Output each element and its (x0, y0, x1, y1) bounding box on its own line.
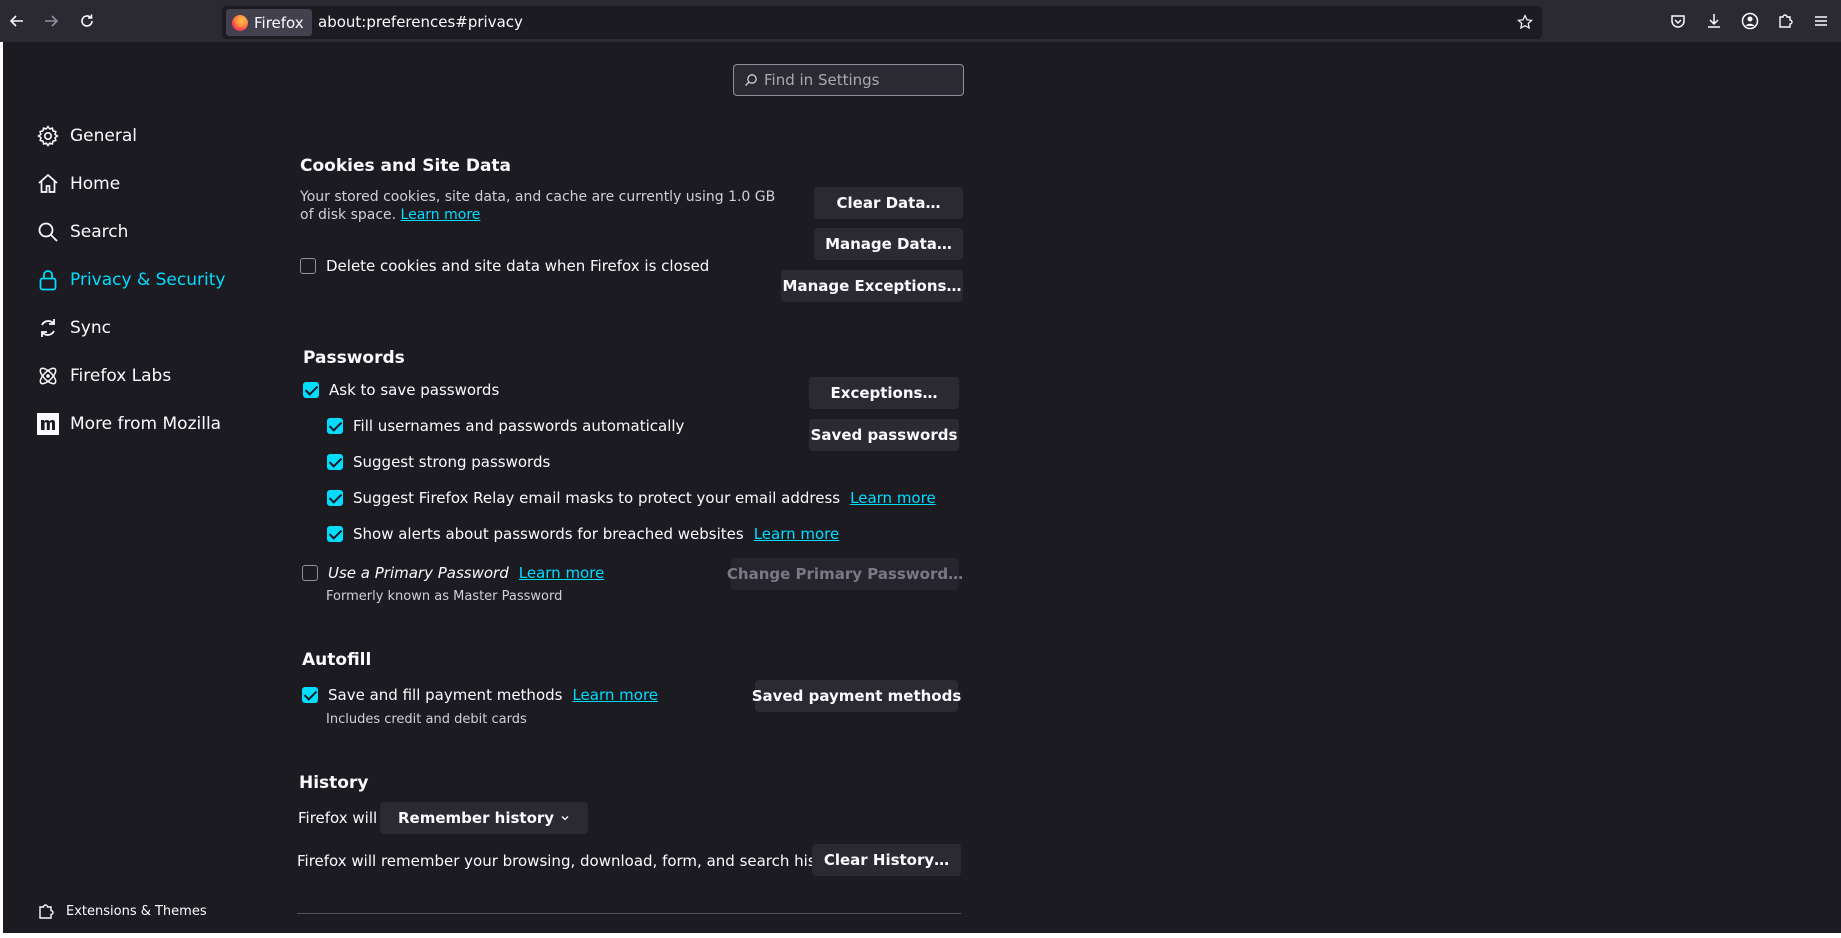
relay-checkbox[interactable] (327, 490, 343, 506)
window-edge-left (0, 42, 3, 938)
url-text[interactable]: about:preferences#privacy (318, 13, 523, 31)
primary-password-checkbox[interactable] (302, 565, 318, 581)
reload-icon (81, 14, 93, 27)
history-heading: History (299, 773, 369, 793)
navigation-toolbar: Firefox about:preferences#privacy (0, 0, 1841, 42)
sidebar-item-more-from-mozilla[interactable]: More from Mozilla (36, 407, 221, 441)
relay-option[interactable]: Suggest Firefox Relay email masks to pro… (327, 489, 936, 507)
sidebar-item-privacy-security[interactable]: Privacy & Security (36, 263, 225, 297)
account-button[interactable] (1735, 6, 1765, 36)
cookies-description: Your stored cookies, site data, and cach… (300, 189, 776, 223)
puzzle-icon (39, 904, 54, 919)
save-payment-option[interactable]: Save and fill payment methods Learn more (302, 686, 658, 704)
browser-window: Firefox about:preferences#privacy Find i… (0, 0, 1841, 938)
sidebar-item-search[interactable]: Search (36, 215, 128, 249)
sidebar-item-sync[interactable]: Sync (36, 311, 111, 345)
firefox-logo-icon (232, 14, 248, 31)
fill-auto-checkbox[interactable] (327, 418, 343, 434)
account-icon (1741, 12, 1759, 30)
clear-data-button[interactable]: Clear Data… (814, 187, 963, 219)
downloads-button[interactable] (1699, 6, 1729, 36)
forward-arrow-icon (45, 15, 59, 27)
ask-save-passwords-checkbox[interactable] (303, 382, 319, 398)
history-mode-select[interactable]: Remember history (380, 802, 589, 834)
manage-data-button[interactable]: Manage Data… (814, 228, 963, 260)
save-payment-checkbox[interactable] (302, 687, 318, 703)
sidebar-item-general[interactable]: General (36, 119, 137, 153)
manage-exceptions-button[interactable]: Manage Exceptions… (781, 270, 963, 302)
firefox-will-label: Firefox will (298, 809, 378, 827)
section-divider (297, 913, 961, 914)
star-icon (1517, 14, 1533, 30)
hamburger-menu-icon (1815, 16, 1827, 26)
sync-icon (41, 319, 55, 337)
sidebar-item-home[interactable]: Home (36, 167, 120, 201)
payment-note: Includes credit and debit cards (326, 712, 527, 727)
mozilla-m-icon (37, 413, 59, 435)
autofill-heading: Autofill (302, 650, 372, 670)
sidebar-item-label: More from Mozilla (70, 414, 222, 434)
history-description: Firefox will remember your browsing, dow… (297, 852, 849, 870)
passwords-heading: Passwords (303, 348, 405, 368)
gear-icon (37, 125, 59, 147)
identity-label: Firefox (254, 13, 304, 32)
url-bar[interactable]: Firefox about:preferences#privacy (222, 6, 1542, 39)
primary-password-option[interactable]: Use a Primary Password Learn more (302, 564, 604, 582)
find-in-settings[interactable] (733, 64, 964, 96)
primary-password-note: Formerly known as Master Password (326, 589, 563, 604)
relay-learn-more-link[interactable]: Learn more (850, 489, 936, 507)
sidebar-item-label: Firefox Labs (70, 366, 172, 386)
extensions-themes-link[interactable]: Extensions & Themes (36, 901, 207, 921)
sidebar-item-label: Privacy & Security (70, 270, 226, 290)
extensions-themes-label: Extensions & Themes (66, 903, 207, 919)
sidebar-item-label: Search (70, 222, 129, 242)
magnifier-icon (38, 222, 58, 242)
atom-icon (39, 367, 57, 385)
puzzle-icon (1779, 14, 1793, 28)
app-menu-button[interactable] (1806, 6, 1836, 36)
pocket-button[interactable] (1663, 6, 1693, 36)
sidebar-item-label: Home (70, 174, 121, 194)
breach-alerts-checkbox[interactable] (327, 526, 343, 542)
find-in-settings-input[interactable] (764, 71, 954, 89)
sidebar-item-label: General (70, 126, 137, 146)
sidebar-item-label: Sync (70, 318, 111, 338)
reload-button[interactable] (72, 6, 102, 36)
sidebar-item-firefox-labs[interactable]: Firefox Labs (36, 359, 171, 393)
delete-cookies-checkbox[interactable] (300, 258, 316, 274)
chevron-down-icon (561, 816, 569, 821)
saved-passwords-button[interactable]: Saved passwords (809, 419, 959, 451)
breach-alerts-option[interactable]: Show alerts about passwords for breached… (327, 525, 839, 543)
fill-auto-option[interactable]: Fill usernames and passwords automatical… (327, 417, 684, 435)
forward-button[interactable] (36, 6, 66, 36)
ask-save-passwords-option[interactable]: Ask to save passwords (303, 381, 499, 399)
lock-icon (39, 270, 57, 291)
identity-box[interactable]: Firefox (226, 9, 312, 36)
window-edge-bottom (0, 933, 1841, 938)
password-exceptions-button[interactable]: Exceptions… (809, 377, 959, 409)
download-icon (1708, 14, 1720, 28)
suggest-strong-checkbox[interactable] (327, 454, 343, 470)
change-primary-password-button[interactable]: Change Primary Password… (727, 558, 963, 590)
bookmark-star-button[interactable] (1514, 11, 1536, 33)
search-icon (745, 74, 757, 86)
extensions-button[interactable] (1770, 6, 1800, 36)
cookies-learn-more-link[interactable]: Learn more (401, 207, 481, 223)
saved-payment-methods-button[interactable]: Saved payment methods (752, 680, 961, 712)
payment-learn-more-link[interactable]: Learn more (572, 686, 658, 704)
home-icon (38, 173, 58, 193)
pocket-icon (1671, 15, 1685, 28)
primary-password-learn-more-link[interactable]: Learn more (519, 564, 605, 582)
back-button[interactable] (2, 6, 32, 36)
back-arrow-icon (9, 15, 23, 27)
delete-cookies-option[interactable]: Delete cookies and site data when Firefo… (300, 257, 709, 275)
breach-learn-more-link[interactable]: Learn more (754, 525, 840, 543)
suggest-strong-option[interactable]: Suggest strong passwords (327, 453, 550, 471)
clear-history-button[interactable]: Clear History… (812, 844, 961, 876)
cookies-heading: Cookies and Site Data (300, 156, 512, 176)
